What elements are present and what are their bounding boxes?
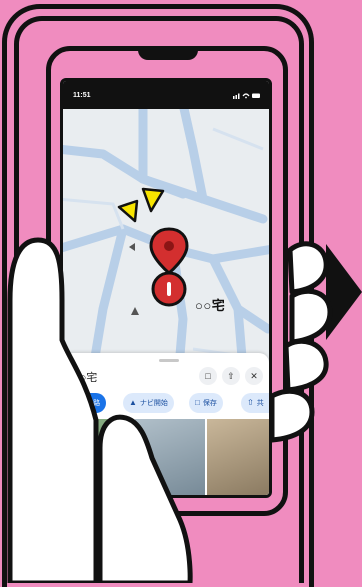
place-photo[interactable] [63, 419, 133, 495]
sheet-drag-handle[interactable] [159, 359, 179, 362]
place-title: ○○宅 [73, 372, 98, 384]
location-pin-icon [149, 227, 189, 307]
chip-label: 共 [256, 400, 264, 407]
phone-notch [138, 46, 198, 60]
chip-label: ナビ開始 [139, 400, 168, 407]
place-details-sheet[interactable]: ○○宅 □ ⇧ ✕ ◆ 経路 ▲ ナビ開始 □ 保存 ⇧ 共 [63, 353, 269, 495]
status-icons [233, 92, 261, 101]
chip-save[interactable]: □ 保存 [189, 393, 223, 413]
chip-start-navigation[interactable]: ▲ ナビ開始 [123, 393, 174, 413]
chip-label: 経路 [86, 400, 101, 407]
chip-label: 保存 [202, 400, 217, 407]
chip-share[interactable]: ⇧ 共 [241, 393, 269, 413]
bookmark-icon: □ [195, 398, 200, 407]
place-photo[interactable] [135, 419, 205, 495]
share-icon[interactable]: ⇧ [222, 367, 240, 385]
bookmark-icon[interactable]: □ [199, 367, 217, 385]
phone-screen: 11:51 ○○宅 ○○宅 □ ⇧ ✕ ◆ 経路 ▲ ナビ開始 □ 保存 ⇧ 共 [60, 78, 272, 498]
signal-wifi-battery-icon [233, 93, 260, 99]
chip-directions[interactable]: ◆ 経路 [71, 393, 107, 413]
status-bar: 11:51 [63, 81, 269, 109]
navigation-arrow-icon: ▲ [129, 398, 137, 407]
place-photo[interactable] [207, 419, 269, 495]
directions-icon: ◆ [77, 398, 84, 407]
next-arrow-icon [326, 244, 362, 340]
place-photos[interactable] [63, 419, 269, 495]
status-time: 11:51 [73, 92, 91, 99]
close-icon[interactable]: ✕ [245, 367, 263, 385]
map-place-label[interactable]: ○○宅 [195, 295, 225, 314]
share-icon: ⇧ [247, 398, 254, 407]
